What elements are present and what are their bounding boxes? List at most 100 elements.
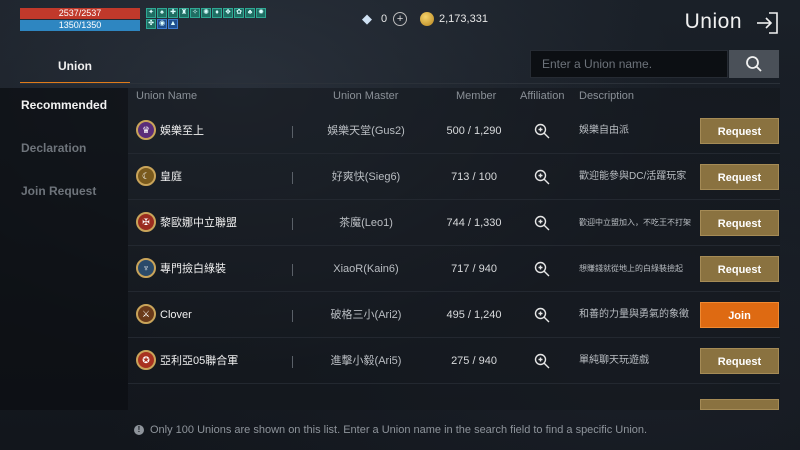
union-emblem-icon: ♆	[136, 258, 156, 278]
info-icon: !	[134, 425, 144, 435]
union-master: 破格三小(Ari2)	[330, 309, 402, 321]
gold-amount: 2,173,331	[439, 13, 488, 25]
exit-icon[interactable]	[754, 10, 780, 36]
request-button[interactable]: Request	[700, 348, 779, 374]
table-header: Union Name Union Master Member Affiliati…	[128, 88, 780, 105]
gold-counter: 2,173,331	[420, 10, 488, 28]
diamond-amount: 0	[381, 13, 388, 25]
tab-union[interactable]: Union	[20, 52, 130, 84]
request-button[interactable]: Request	[700, 164, 779, 190]
member-count: 744 / 1,330	[446, 217, 502, 229]
mp-bar: 1350/1350	[20, 20, 140, 31]
member-count: 495 / 1,240	[446, 309, 502, 321]
union-description: 歡迎中立盟加入，不吃王不打架	[579, 218, 691, 227]
status-bars: 2537/2537 1350/1350	[20, 8, 140, 32]
sidebar-item-join-request[interactable]: Join Request	[21, 184, 96, 198]
union-table: Union Name Union Master Member Affiliati…	[128, 88, 780, 410]
buff-icon: ✤	[146, 19, 156, 29]
diamond-counter: ◆ 0 +	[362, 10, 408, 28]
divider	[292, 172, 293, 184]
divider	[292, 310, 293, 322]
table-row: ☾ 皇庭 好爽快(Sieg6) 713 / 100 歡迎能參與DC/活躍玩家 R…	[128, 154, 780, 200]
hp-bar: 2537/2537	[20, 8, 140, 19]
page-title: Union	[684, 10, 742, 33]
buff-icon: ♦	[212, 8, 222, 18]
union-emblem-icon: ☾	[136, 166, 156, 186]
union-description: 單純聊天玩遊戲	[579, 355, 649, 366]
union-master: 茶魔(Leo1)	[339, 217, 393, 229]
magnifier-icon[interactable]	[534, 261, 550, 277]
add-diamond-icon[interactable]: +	[393, 12, 408, 26]
member-count: 500 / 1,290	[446, 125, 502, 137]
union-emblem-icon: ✠	[136, 212, 156, 232]
union-master: XiaoR(Kain6)	[333, 263, 399, 275]
tab-divider	[20, 83, 780, 84]
union-description: 和善的力量與勇氣的象徵	[579, 309, 689, 320]
buff-icon: ❖	[223, 8, 233, 18]
search-icon	[746, 56, 762, 72]
buff-icon: ◉	[157, 19, 167, 29]
member-count: 717 / 940	[451, 263, 497, 275]
footer-notice-text: Only 100 Unions are shown on this list. …	[150, 424, 648, 436]
search-button[interactable]	[729, 50, 779, 78]
union-master: 娛樂天堂(Gus2)	[327, 125, 405, 137]
union-name[interactable]: 皇庭	[160, 154, 300, 200]
diamond-icon: ◆	[362, 11, 372, 26]
join-button[interactable]: Join	[700, 302, 779, 328]
gold-coin-icon	[420, 12, 434, 26]
table-row: ⚔ Clover 破格三小(Ari2) 495 / 1,240 和善的力量與勇氣…	[128, 292, 780, 338]
union-name[interactable]: 專門撿白綠裝	[160, 246, 300, 292]
buff-icon: ✦	[146, 8, 156, 18]
table-row: ✠ 黎歐娜中立聯盟 茶魔(Leo1) 744 / 1,330 歡迎中立盟加入，不…	[128, 200, 780, 246]
divider	[292, 126, 293, 138]
union-description: 娛樂自由派	[579, 125, 629, 136]
header-description: Description	[579, 90, 635, 102]
request-button[interactable]	[700, 399, 779, 410]
request-button[interactable]: Request	[700, 256, 779, 282]
union-description: 歡迎能參與DC/活躍玩家	[579, 171, 687, 182]
buff-icon: ♜	[179, 8, 189, 18]
buff-icon: ✿	[234, 8, 244, 18]
buff-icon: ✺	[201, 8, 211, 18]
buff-icon: ♣	[245, 8, 255, 18]
sidebar-item-declaration[interactable]: Declaration	[21, 141, 86, 155]
buff-icons: ✦ ♠ ✚ ♜ ✧ ✺ ♦ ❖ ✿ ♣ ✹ ✤ ◉ ▲	[146, 8, 266, 29]
union-name[interactable]: 亞利亞05聯合軍	[160, 338, 300, 384]
table-row: ✪ 亞利亞05聯合軍 進擊小毅(Ari5) 275 / 940 單純聊天玩遊戲 …	[128, 338, 780, 384]
union-description: 想賺錢就從地上的白綠裝撿起	[579, 264, 683, 273]
request-button[interactable]: Request	[700, 210, 779, 236]
magnifier-icon[interactable]	[534, 169, 550, 185]
union-emblem-icon: ⚔	[136, 304, 156, 324]
buff-icon: ✚	[168, 8, 178, 18]
magnifier-icon[interactable]	[534, 307, 550, 323]
search-input[interactable]	[530, 50, 728, 78]
buff-icon: ▲	[168, 19, 178, 29]
union-name[interactable]: Clover	[160, 292, 300, 338]
member-count: 713 / 100	[451, 171, 497, 183]
footer-notice: ! Only 100 Unions are shown on this list…	[0, 410, 800, 450]
table-row: ♆ 專門撿白綠裝 XiaoR(Kain6) 717 / 940 想賺錢就從地上的…	[128, 246, 780, 292]
table-row	[128, 396, 780, 410]
sidebar: Recommended Declaration Join Request	[0, 88, 128, 410]
union-emblem-icon: ♛	[136, 120, 156, 140]
union-name[interactable]: 黎歐娜中立聯盟	[160, 200, 300, 246]
header-union-master: Union Master	[333, 90, 399, 102]
magnifier-icon[interactable]	[534, 123, 550, 139]
union-emblem-icon: ✪	[136, 350, 156, 370]
magnifier-icon[interactable]	[534, 215, 550, 231]
header-affiliation: Affiliation	[520, 90, 565, 102]
divider	[292, 264, 293, 276]
union-master: 進擊小毅(Ari5)	[330, 355, 402, 367]
member-count: 275 / 940	[451, 355, 497, 367]
buff-icon: ✧	[190, 8, 200, 18]
request-button[interactable]: Request	[700, 118, 779, 144]
sidebar-item-recommended[interactable]: Recommended	[21, 98, 107, 112]
union-name[interactable]: 娛樂至上	[160, 108, 300, 154]
union-master: 好爽快(Sieg6)	[331, 171, 401, 183]
buff-icon: ✹	[256, 8, 266, 18]
header-member: Member	[456, 90, 497, 102]
magnifier-icon[interactable]	[534, 353, 550, 369]
header-union-name: Union Name	[136, 90, 198, 102]
buff-icon: ♠	[157, 8, 167, 18]
table-row: ♛ 娛樂至上 娛樂天堂(Gus2) 500 / 1,290 娛樂自由派 Requ…	[128, 108, 780, 154]
